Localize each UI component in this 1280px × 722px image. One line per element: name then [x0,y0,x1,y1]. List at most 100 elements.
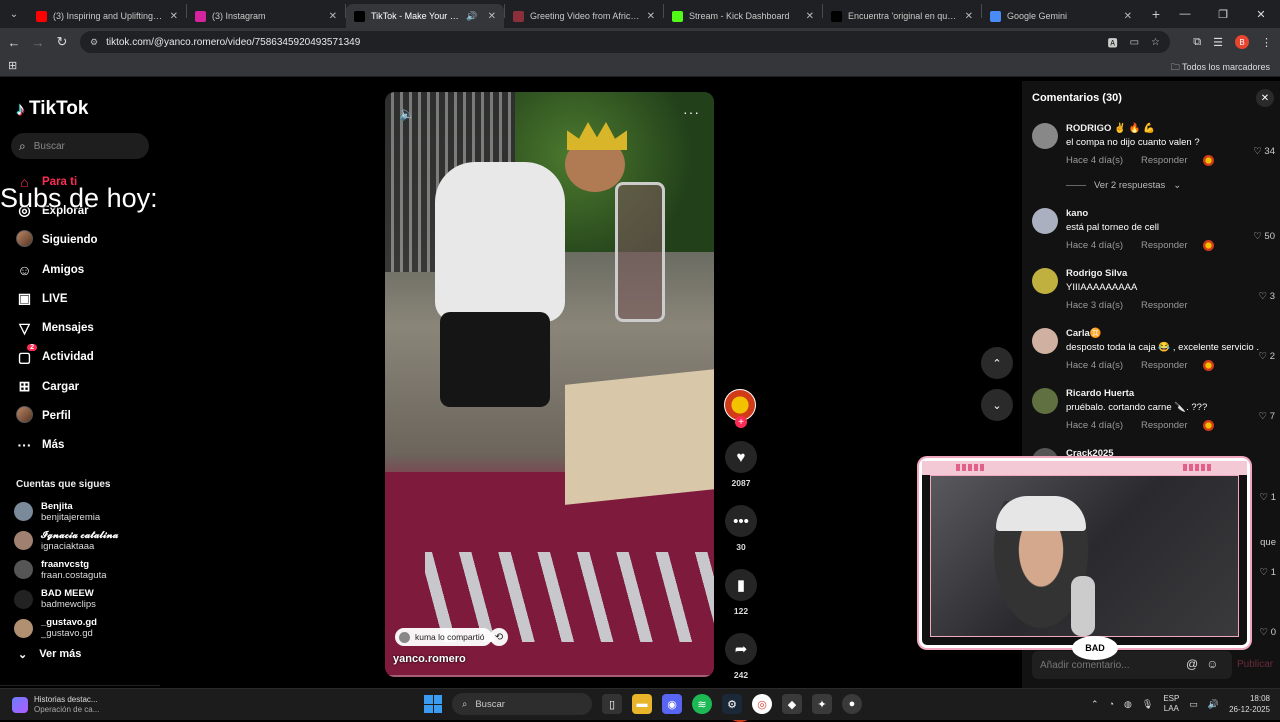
comment-author[interactable]: RODRIGO ✌️ 🔥 💪 [1066,123,1276,134]
tab-close-icon[interactable]: ✕ [965,11,973,22]
creator-avatar[interactable]: + [724,389,756,428]
site-info-icon[interactable]: ⚙ [90,37,98,48]
bookmark-star-icon[interactable]: ☆ [1151,37,1160,48]
reply-button[interactable]: Responder [1141,420,1187,431]
following-account[interactable]: BAD MEEW badmewclips [14,585,118,614]
next-video-button[interactable]: ⌄ [981,389,1013,421]
tab-close-icon[interactable]: ✕ [170,11,178,22]
following-account[interactable]: 𝓘𝓰𝓷𝓪𝓬𝓲𝓪 𝓬𝓪𝓽𝓪𝓵𝓲𝓷𝓪 ignaciaktaaa [14,526,118,555]
comment-author[interactable]: kano [1066,208,1276,219]
app-icon[interactable]: ✦ [812,694,832,714]
comment-action[interactable]: ••• 30 [724,505,758,552]
comment-like-button[interactable]: ♡ 7 [1259,411,1275,422]
browser-tab[interactable]: (3) Instagram ✕ [187,4,345,28]
reply-button[interactable]: Responder [1141,360,1187,371]
comment-like-count[interactable]: ♡ 0 [1260,627,1276,638]
clock[interactable]: 18:08 26-12-2025 [1229,693,1270,715]
url-bar[interactable]: ⚙ tiktok.com/@yanco.romero/video/7586345… [80,31,1170,53]
taskbar-search[interactable]: ⌕ Buscar [452,693,592,715]
reading-list-icon[interactable]: ☰ [1213,36,1223,49]
comment-icon[interactable]: ••• [725,505,757,537]
share-action[interactable]: ➦ 242 [724,633,758,680]
video-player[interactable]: 🔈 ··· kuma lo compartió ⟲ yanco.romero [385,92,714,677]
avatar[interactable] [1032,208,1058,234]
comment-like-button[interactable]: ♡ 2 [1259,351,1275,362]
forward-button[interactable]: → [26,35,50,50]
obs-icon[interactable]: ● [842,694,862,714]
file-explorer-icon[interactable]: ▬ [632,694,652,714]
see-more-button[interactable]: ⌄ Ver más [18,648,81,661]
tray-app-icon[interactable]: ◔ [1109,699,1114,709]
nav-item-live[interactable]: ▣ LIVE [16,284,98,313]
tab-close-icon[interactable]: ✕ [647,11,655,22]
video-progress-bar[interactable] [385,675,714,677]
translate-icon[interactable]: 🅰 [1108,35,1118,50]
volume-icon[interactable]: 🔊 [1208,699,1219,710]
shared-by-pill[interactable]: kuma lo compartió [395,628,493,646]
new-tab-button[interactable]: + [1144,6,1168,22]
emoji-icon[interactable]: ☺ [1206,657,1218,671]
browser-tab[interactable]: (3) Inspiring and Uplifting Backg ✕ [28,4,186,28]
network-icon[interactable]: ▭ [1189,699,1198,710]
nav-item-cargar[interactable]: ⊞ Cargar [16,372,98,401]
browser-tab[interactable]: Google Gemini ✕ [982,4,1140,28]
comment-like-count[interactable]: ♡ 1 [1260,492,1276,503]
avatar[interactable] [1032,123,1058,149]
minimize-button[interactable]: — [1166,0,1204,28]
following-account[interactable]: fraanvcstg fraan.costaguta [14,555,118,584]
comment-like-button[interactable]: ♡ 3 [1259,291,1275,302]
tray-overflow-icon[interactable]: ⌃ [1091,699,1099,710]
browser-tab[interactable]: Encuentra 'original en que asp ✕ [823,4,981,28]
avatar[interactable] [1032,328,1058,354]
language-indicator[interactable]: ESP LAA [1163,694,1179,714]
mention-icon[interactable]: @ [1186,657,1198,671]
tab-close-icon[interactable]: ✕ [1124,11,1132,22]
cast-icon[interactable]: ▭ [1130,37,1139,48]
share-icon[interactable]: ➦ [725,633,757,665]
start-button[interactable] [424,695,442,713]
video-more-icon[interactable]: ··· [683,104,700,120]
back-button[interactable]: ← [2,35,26,50]
nav-item-perfil[interactable]: Perfil [16,401,98,430]
profile-avatar[interactable]: B [1235,35,1249,49]
reload-button[interactable]: ↻ [50,34,74,50]
reply-button[interactable]: Responder [1141,155,1187,166]
tab-search-icon[interactable]: ⌄ [0,0,28,28]
chrome-icon[interactable]: ◎ [752,694,772,714]
previous-video-button[interactable]: ⌃ [981,347,1013,379]
discord-icon[interactable]: ◉ [662,694,682,714]
comment-author[interactable]: Rodrigo Silva [1066,268,1276,279]
volume-icon[interactable]: 🔈 [399,106,415,122]
tray-app-icon[interactable]: ◍ [1124,699,1132,710]
browser-tab[interactable]: Greeting Video from Africa – d ✕ [505,4,663,28]
following-account[interactable]: _gustavo.gd _gustavo.gd [14,614,118,643]
avatar[interactable] [1032,268,1058,294]
nav-item-más[interactable]: ··· Más [16,431,98,460]
extensions-icon[interactable]: ⧉ [1193,36,1201,49]
all-bookmarks-folder[interactable]: 🗀 Todos los marcadores [1171,60,1270,76]
comment-author[interactable]: Carla♊ [1066,328,1276,339]
comment-like-button[interactable]: ♡ 34 [1253,146,1275,157]
apps-grid-icon[interactable]: ⊞ [8,59,17,72]
follow-plus-icon[interactable]: + [735,416,747,428]
reply-button[interactable]: Responder [1141,300,1187,311]
browser-tab[interactable]: Stream - Kick Dashboard ✕ [664,4,822,28]
tab-close-icon[interactable]: ✕ [806,11,814,22]
like-action[interactable]: ♥ 2087 [724,441,758,488]
browser-menu-icon[interactable]: ⋮ [1261,36,1272,49]
heart-icon[interactable]: ♥ [725,441,757,473]
restore-button[interactable]: ❐ [1204,0,1242,28]
video-username[interactable]: yanco.romero [393,653,466,665]
nav-item-actividad[interactable]: ▢ 2 Actividad [16,343,98,372]
search-input[interactable]: ⌕ Buscar [11,133,149,159]
reply-button[interactable]: Responder [1141,240,1187,251]
bookmark-icon[interactable]: ▮ [725,569,757,601]
publish-button[interactable]: Publicar [1237,659,1273,670]
microphone-icon[interactable]: 🎙 [1142,699,1153,710]
tab-close-icon[interactable]: ✕ [329,11,337,22]
comment-author[interactable]: Ricardo Huerta [1066,388,1276,399]
save-action[interactable]: ▮ 122 [724,569,758,616]
tiktok-logo[interactable]: ♪ TikTok [16,98,88,120]
news-widget[interactable]: Historias destac... Operación de ca... [12,695,99,715]
view-replies-button[interactable]: Ver 2 respuestas ⌄ [1066,180,1181,191]
